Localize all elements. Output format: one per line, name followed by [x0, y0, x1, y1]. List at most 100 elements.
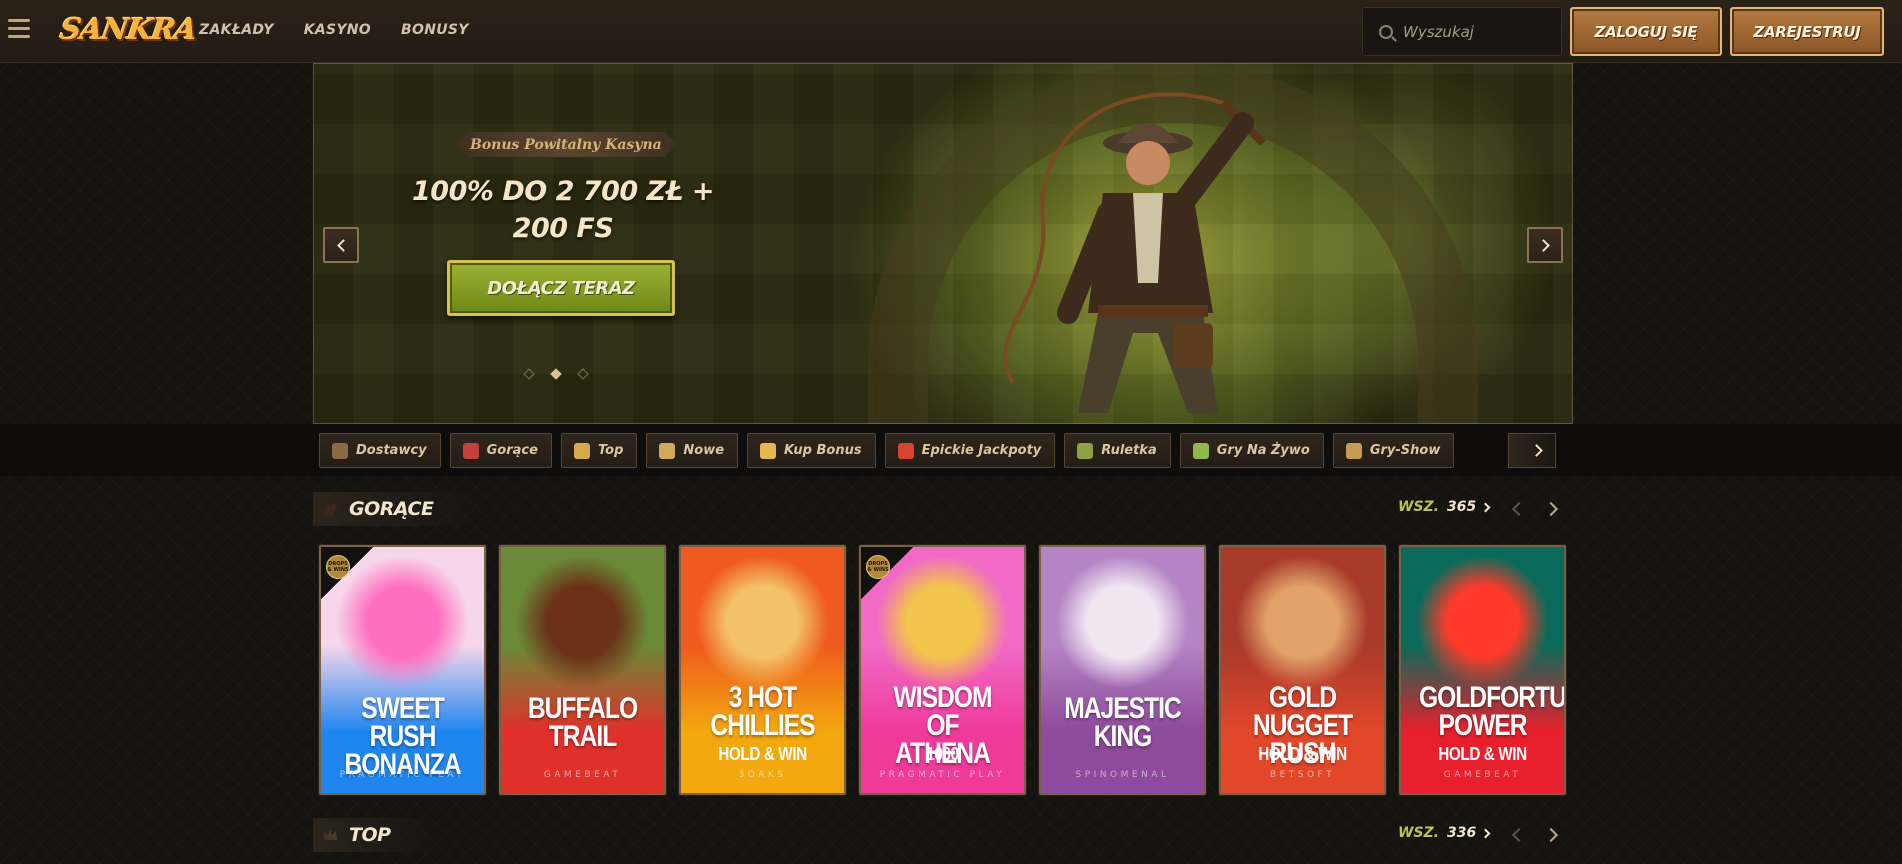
category-top[interactable]: Top [560, 433, 638, 468]
game-title: BUFFALO TRAIL [527, 692, 638, 753]
category-epickie-jackpoty[interactable]: Epickie Jackpoty [884, 433, 1056, 468]
nav-item-bonuses[interactable]: BONUSY [401, 22, 469, 38]
chevron-left-icon [1511, 501, 1527, 517]
see-all-label: WSZ. [1398, 825, 1439, 841]
category-scroll-next[interactable] [1508, 433, 1556, 468]
hero-prev-button[interactable] [323, 227, 359, 263]
register-button[interactable]: ZAREJESTRUJ [1730, 7, 1884, 56]
game-provider: BETSOFT [1269, 770, 1336, 780]
hero-next-button[interactable] [1527, 227, 1563, 263]
crown-icon [573, 442, 590, 459]
category-kup-bonus[interactable]: Kup Bonus [747, 433, 876, 468]
game-title: 3 HOT CHILLIES [710, 681, 815, 742]
see-all-link[interactable]: WSZ. 336 [1398, 825, 1491, 841]
chevron-right-icon [1530, 444, 1543, 457]
drops-label: DROPS & WINS [326, 555, 350, 579]
see-all-link[interactable]: WSZ. 365 [1398, 499, 1491, 515]
category-gorące[interactable]: Gorące [449, 433, 552, 468]
game-card[interactable]: MAJESTIC KING SPINOMENAL [1039, 545, 1206, 795]
microphone-icon [1345, 442, 1362, 459]
see-all-label: WSZ. [1398, 499, 1439, 515]
game-card[interactable]: GOLDFORTUNE POWERHOLD & WIN GAMEBEAT [1399, 545, 1566, 795]
star-icon [760, 442, 777, 459]
search-icon [1379, 24, 1393, 39]
chevron-right-icon [1543, 501, 1559, 517]
carousel-dot-active[interactable] [550, 368, 562, 380]
book-icon [332, 442, 348, 459]
game-provider: SPINOMENAL [1075, 770, 1170, 780]
game-artwork [1401, 547, 1564, 697]
category-label: Gry Na Żywo [1216, 443, 1310, 458]
carousel-dots [523, 368, 589, 380]
hero-banner: Bonus Powitalny Kasyna 100% DO 2 700 ZŁ … [313, 63, 1573, 424]
game-artwork [501, 547, 664, 697]
game-artwork [681, 547, 844, 697]
section-next-button[interactable] [1543, 827, 1561, 843]
carousel-dot[interactable] [523, 368, 535, 380]
category-label: Dostawcy [356, 443, 427, 458]
chevron-right-icon [1480, 502, 1491, 512]
drops-and-wins-badge: DROPS & WINS [321, 547, 373, 599]
game-card[interactable]: GOLD NUGGET RUSH HOLD & WIN BETSOFT [1219, 545, 1386, 795]
game-artwork [1041, 547, 1204, 697]
category-label: Top [597, 443, 624, 458]
menu-icon[interactable] [8, 19, 30, 43]
section-hot-header: GORĄCE WSZ. 365 [313, 492, 1573, 526]
section-next-button[interactable] [1543, 501, 1561, 517]
chili-icon [897, 442, 914, 459]
game-title: MAJESTIC KING [1064, 692, 1182, 753]
game-count: 336 [1447, 825, 1477, 841]
search-input[interactable] [1403, 22, 1553, 41]
category-label: Epickie Jackpoty [921, 443, 1042, 458]
category-label: Nowe [683, 443, 725, 458]
chevron-right-icon [1480, 828, 1491, 838]
game-card[interactable]: 3 HOT CHILLIES HOLD & WIN 3OAKS [679, 545, 846, 795]
section-title: TOP [313, 818, 431, 852]
category-ruletka[interactable]: Ruletka [1064, 433, 1171, 468]
roulette-icon [1077, 442, 1094, 459]
game-title: GOLDFORTUNE POWER [1418, 681, 1566, 742]
chevron-right-icon [1543, 827, 1559, 843]
category-gry-show[interactable]: Gry-Show [1332, 433, 1455, 468]
category-label: Gorące [486, 443, 538, 458]
hot-games-row: SWEET RUSH BONANZA PRAGMATIC PLAY DROPS & … [319, 545, 1566, 795]
search-box[interactable] [1362, 7, 1562, 56]
join-now-button[interactable]: DOŁĄCZ TERAZ [447, 260, 675, 316]
horn-icon [659, 442, 676, 459]
category-list: Dostawcy Gorące Top Nowe Kup Bonus Epickie Ja… [319, 433, 1455, 468]
game-subtitle: HOLD & WIN [718, 744, 807, 764]
drops-and-wins-badge: DROPS & WINS [861, 547, 913, 599]
game-provider: GAMEBEAT [543, 770, 622, 780]
live-icon [1192, 442, 1209, 459]
category-gry-na-żywo[interactable]: Gry Na Żywo [1179, 433, 1324, 468]
category-dostawcy[interactable]: Dostawcy [319, 433, 441, 468]
game-subtitle: 1000 [926, 744, 959, 764]
section-prev-button[interactable] [1509, 827, 1527, 843]
category-bar: Dostawcy Gorące Top Nowe Kup Bonus Epickie Ja… [0, 424, 1902, 476]
game-subtitle: HOLD & WIN [1438, 744, 1527, 764]
section-prev-button[interactable] [1509, 501, 1527, 517]
nav-item-sports[interactable]: ZAKŁADY [199, 22, 274, 38]
chevron-right-icon [1536, 238, 1550, 252]
site-logo[interactable]: SANKRA [57, 12, 199, 52]
category-nowe[interactable]: Nowe [646, 433, 739, 468]
drops-label: DROPS & WINS [866, 555, 890, 579]
game-provider: GAMEBEAT [1443, 770, 1522, 780]
game-card[interactable]: WISDOM OF ATHENA 1000 PRAGMATIC PLAY DROPS … [859, 545, 1026, 795]
game-title: SWEET RUSH BONANZA [344, 692, 461, 781]
game-provider: PRAGMATIC PLAY [879, 770, 1006, 780]
game-subtitle: HOLD & WIN [1258, 744, 1347, 764]
dynamite-icon [462, 442, 479, 459]
adventurer-illustration [1003, 92, 1266, 413]
carousel-dot[interactable] [577, 368, 589, 380]
chevron-left-icon [1511, 827, 1527, 843]
section-top-header: TOP WSZ. 336 [313, 818, 1573, 852]
nav-item-casino[interactable]: KASYNO [304, 22, 371, 38]
main-nav: ZAKŁADY KASYNO BONUSY [199, 22, 469, 38]
game-card[interactable]: SWEET RUSH BONANZA PRAGMATIC PLAY DROPS & … [319, 545, 486, 795]
login-button[interactable]: ZALOGUJ SIĘ [1570, 7, 1722, 56]
game-provider: PRAGMATIC PLAY [339, 770, 466, 780]
game-card[interactable]: BUFFALO TRAIL GAMEBEAT [499, 545, 666, 795]
category-label: Gry-Show [1369, 443, 1441, 458]
game-artwork [1221, 547, 1384, 697]
